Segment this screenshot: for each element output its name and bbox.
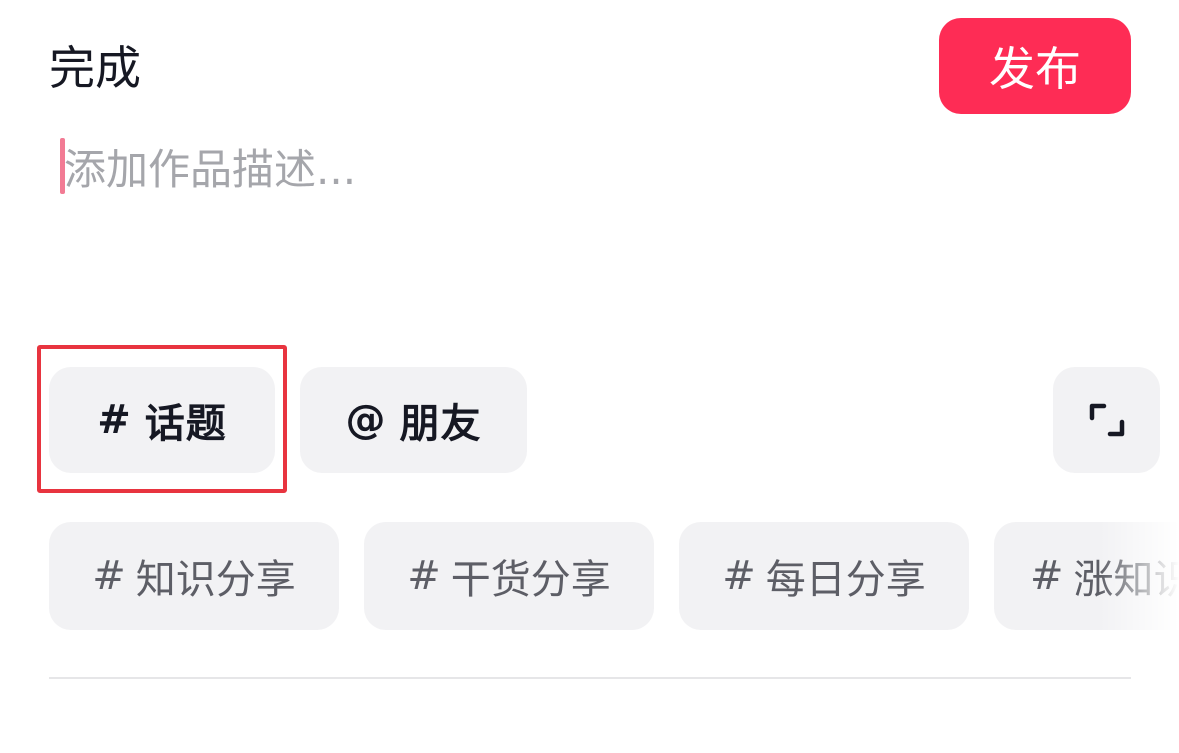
hashtag-icon: # — [1030, 553, 1064, 599]
done-button[interactable]: 完成 — [49, 40, 141, 96]
suggested-topic-chip[interactable]: # 干货分享 — [364, 522, 654, 630]
mention-friend-button[interactable]: @ 朋友 — [300, 367, 527, 473]
mention-friend-label: 朋友 — [399, 401, 482, 447]
hashtag-icon: # — [97, 397, 131, 443]
publish-button[interactable]: 发布 — [939, 18, 1131, 114]
divider — [49, 677, 1131, 679]
suggested-topic-label: 干货分享 — [450, 557, 611, 603]
suggested-topic-label: 知识分享 — [135, 557, 296, 603]
topic-button[interactable]: # 话题 — [49, 367, 275, 473]
suggested-topic-chip[interactable]: # 每日分享 — [679, 522, 969, 630]
suggested-topic-chip[interactable]: # 知识分享 — [49, 522, 339, 630]
expand-editor-button[interactable] — [1053, 367, 1160, 473]
hashtag-icon: # — [722, 553, 756, 599]
suggested-topic-label: 涨知识 — [1073, 557, 1179, 603]
description-input[interactable] — [64, 134, 1104, 204]
suggested-topic-label: 每日分享 — [765, 557, 926, 603]
expand-corners-icon — [1089, 403, 1124, 437]
description-area[interactable] — [60, 134, 1120, 314]
hashtag-icon: # — [92, 553, 126, 599]
suggested-topic-chip[interactable]: # 涨知识 — [994, 522, 1179, 630]
hashtag-icon: # — [407, 553, 441, 599]
at-icon: @ — [345, 397, 386, 443]
topic-suggestions: # 知识分享 # 干货分享 # 每日分享 # 涨知识 — [0, 522, 1179, 630]
topic-button-label: 话题 — [144, 401, 227, 447]
